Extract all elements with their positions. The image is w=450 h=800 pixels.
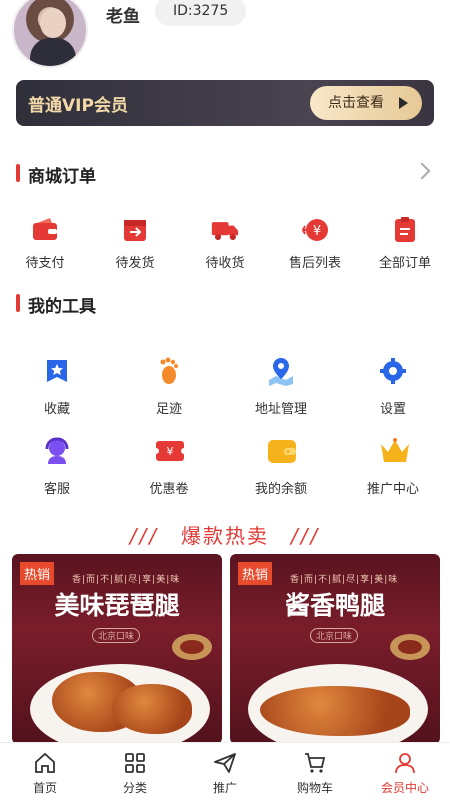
crown-icon <box>378 436 409 466</box>
orders-row: 待支付 待发货 待收货 ¥ 售后列表 全部订单 <box>0 214 450 274</box>
order-pending-shipment[interactable]: 待发货 <box>90 214 180 271</box>
decor-slash: /// <box>129 524 159 548</box>
svg-text:¥: ¥ <box>313 224 321 239</box>
product-name: 美味琵琶腿 <box>54 591 180 620</box>
avatar[interactable] <box>12 0 88 68</box>
tool-label: 收藏 <box>43 402 70 417</box>
orders-section-title: 商城订单 <box>16 162 96 187</box>
gear-icon <box>378 356 408 386</box>
order-label: 待发货 <box>115 256 155 271</box>
tool-settings[interactable]: 设置 <box>338 356 448 417</box>
tool-coupons[interactable]: ¥ 优惠卷 <box>114 436 224 497</box>
hot-tag: 热销 <box>20 562 55 585</box>
tool-label: 足迹 <box>155 402 182 417</box>
tool-customer-service[interactable]: 客服 <box>2 436 112 497</box>
bottom-tab-bar: 首页 分类 推广 购物车 会员中心 <box>0 742 450 800</box>
map-pin-icon <box>266 356 296 386</box>
tab-home[interactable]: 首页 <box>0 751 90 796</box>
chevron-right-icon[interactable] <box>413 162 431 180</box>
cart-icon <box>303 751 327 775</box>
tab-label: 会员中心 <box>380 781 429 795</box>
truck-icon <box>211 216 239 244</box>
vip-view-label: 点击查看 <box>328 95 384 111</box>
tab-category[interactable]: 分类 <box>90 751 180 796</box>
footprint-icon <box>154 356 184 386</box>
tool-label: 优惠卷 <box>149 482 189 497</box>
vip-title: 普通VIP会员 <box>28 96 128 116</box>
paper-plane-icon <box>213 751 237 775</box>
product-slogan: 香|而|不|腻|尽|享|美|味 <box>290 575 399 585</box>
tool-favorites[interactable]: 收藏 <box>2 356 112 417</box>
product-slogan: 香|而|不|腻|尽|享|美|味 <box>72 575 181 585</box>
avatar-face <box>40 8 66 38</box>
username: 老鱼 <box>106 7 140 27</box>
user-id-badge: ID:3275 <box>155 0 247 26</box>
tool-label: 我的余额 <box>254 482 307 497</box>
user-icon <box>393 751 417 775</box>
tab-member-center[interactable]: 会员中心 <box>360 751 450 796</box>
order-pending-receipt[interactable]: 待收货 <box>180 214 270 271</box>
headset-icon <box>42 436 72 466</box>
tool-label: 设置 <box>379 402 406 417</box>
tool-promotion-center[interactable]: 推广中心 <box>338 436 448 497</box>
product-name: 酱香鸭腿 <box>284 591 385 620</box>
product-card[interactable]: 热销 香|而|不|腻|尽|享|美|味 酱香鸭腿 北京口味 <box>230 554 440 744</box>
profile-header: 老鱼 ID:3275 <box>0 0 450 80</box>
home-icon <box>33 751 57 775</box>
tab-cart[interactable]: 购物车 <box>270 751 360 796</box>
spoon-image <box>172 634 212 660</box>
play-arrow-icon <box>399 97 408 109</box>
order-all[interactable]: 全部订单 <box>360 214 450 271</box>
tab-label: 推广 <box>212 781 237 795</box>
avatar-body <box>30 38 76 66</box>
svg-text:¥: ¥ <box>167 445 174 458</box>
decor-slash: /// <box>291 524 321 548</box>
hot-sales-title: /// 爆款热卖 /// <box>0 520 450 549</box>
wallet-balance-icon <box>266 436 296 466</box>
tab-label: 首页 <box>32 781 57 795</box>
tools-section-title: 我的工具 <box>16 292 96 317</box>
vip-view-button[interactable]: 点击查看 <box>310 86 422 120</box>
tab-label: 分类 <box>122 781 147 795</box>
box-out-icon <box>121 216 149 244</box>
tool-label: 地址管理 <box>254 402 307 417</box>
order-label: 待支付 <box>25 256 65 271</box>
order-label: 售后列表 <box>288 256 341 271</box>
tab-promotion[interactable]: 推广 <box>180 751 270 796</box>
hot-sales-heading: 爆款热卖 <box>181 524 269 548</box>
order-label: 全部订单 <box>378 256 431 271</box>
tool-footprints[interactable]: 足迹 <box>114 356 224 417</box>
grid-icon <box>123 751 147 775</box>
clipboard-icon <box>391 216 419 244</box>
tab-label: 购物车 <box>296 781 333 795</box>
bookmark-star-icon <box>42 356 72 386</box>
product-card[interactable]: 热销 香|而|不|腻|尽|享|美|味 美味琵琶腿 北京口味 <box>12 554 222 744</box>
order-label: 待收货 <box>205 256 245 271</box>
tool-label: 推广中心 <box>366 482 419 497</box>
tool-label: 客服 <box>43 482 70 497</box>
vip-banner[interactable]: 普通VIP会员 点击查看 <box>16 80 434 126</box>
product-flavor: 北京口味 <box>310 628 359 643</box>
spoon-image <box>390 634 430 660</box>
product-flavor: 北京口味 <box>92 628 141 643</box>
wallet-icon <box>31 216 59 244</box>
coupon-icon: ¥ <box>153 436 187 466</box>
drumstick-image <box>112 684 192 734</box>
order-after-sales[interactable]: ¥ 售后列表 <box>270 214 360 271</box>
yen-refund-icon: ¥ <box>301 216 329 244</box>
tool-address[interactable]: 地址管理 <box>226 356 336 417</box>
tool-balance[interactable]: 我的余额 <box>226 436 336 497</box>
hot-tag: 热销 <box>238 562 273 585</box>
order-pending-payment[interactable]: 待支付 <box>0 214 90 271</box>
